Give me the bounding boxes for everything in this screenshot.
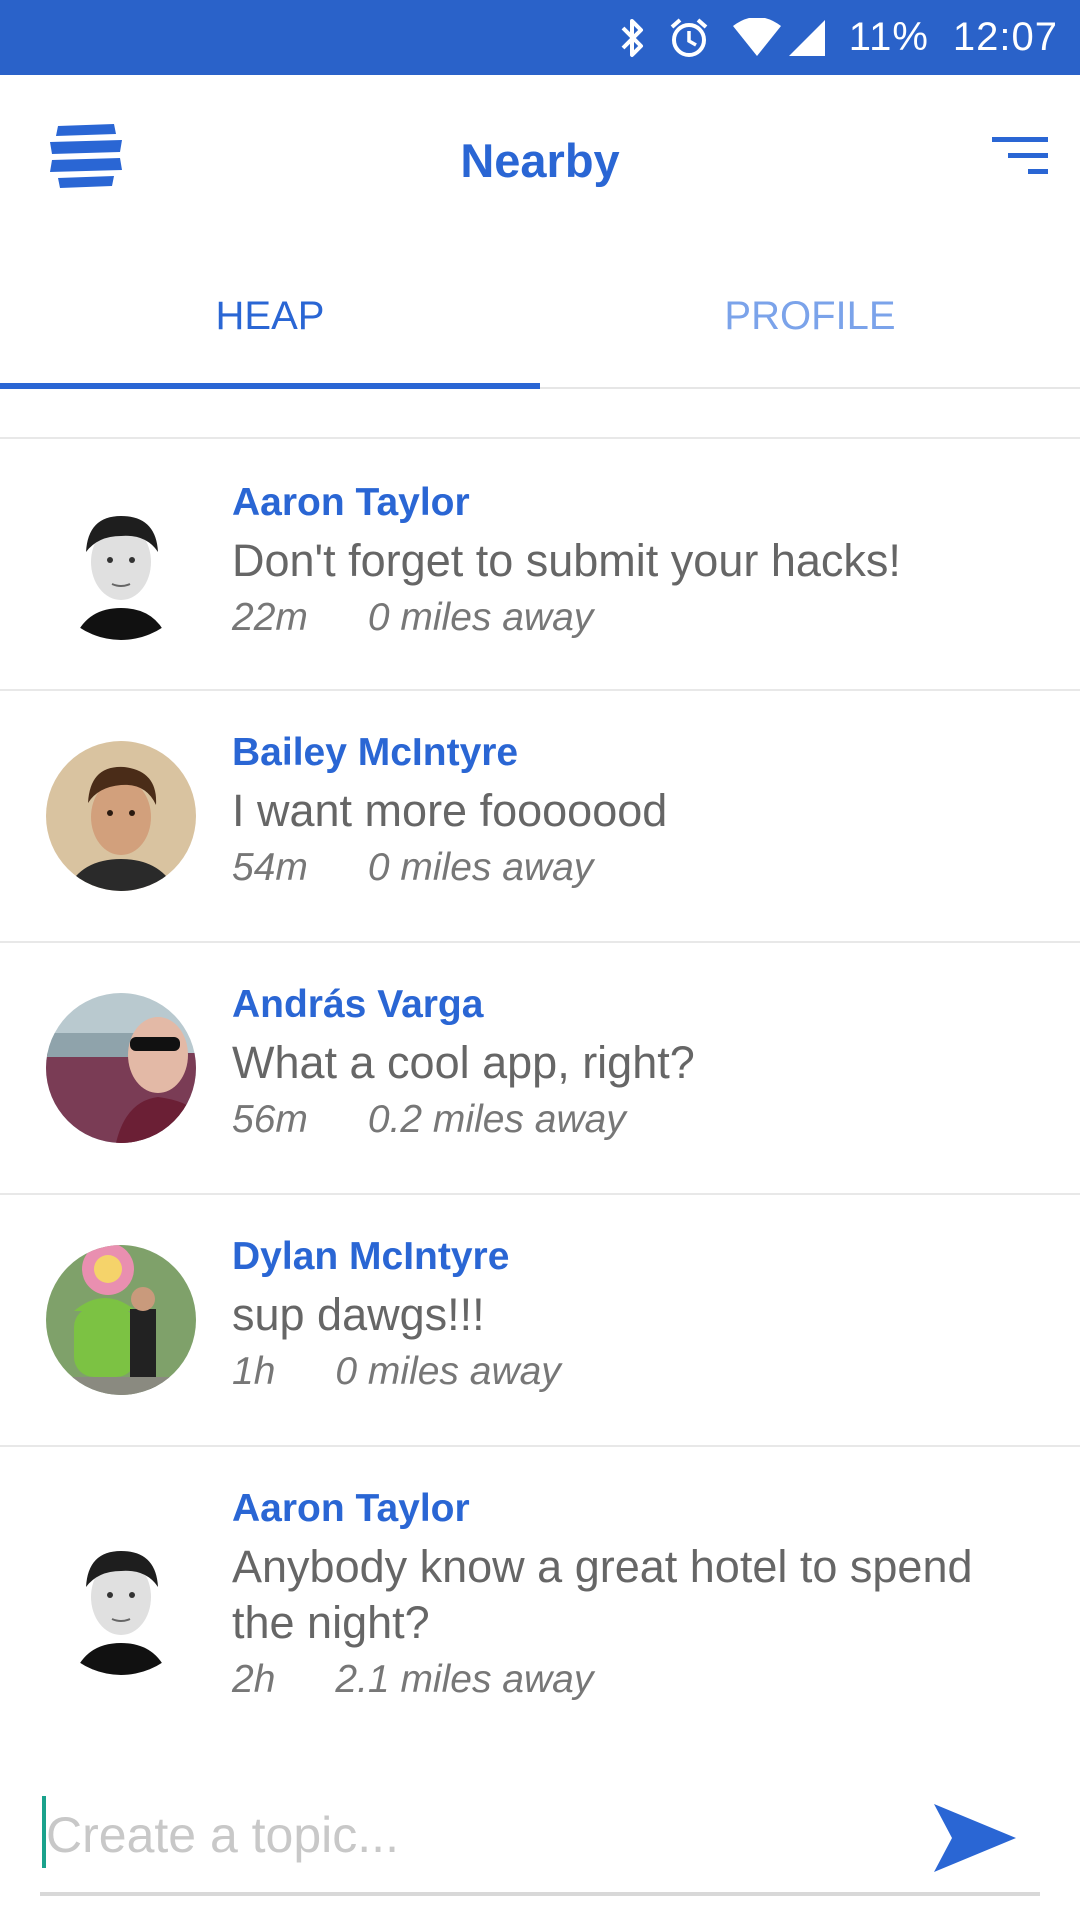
create-topic-input[interactable] xyxy=(40,1790,926,1880)
tab-heap[interactable]: HEAP xyxy=(0,245,540,387)
post-message: sup dawgs!!! xyxy=(232,1289,485,1340)
list-item[interactable]: Aaron Taylor Don't forget to submit your… xyxy=(0,439,1080,691)
list-item[interactable]: András Varga What a cool app, right? 56m… xyxy=(0,943,1080,1195)
post-age: 54m xyxy=(232,846,308,889)
tab-bar: HEAP PROFILE xyxy=(0,245,1080,389)
post-distance: 0.2 miles away xyxy=(367,1098,626,1141)
post-author[interactable]: Bailey McIntyre xyxy=(232,729,1040,777)
signal-icon xyxy=(787,18,827,58)
post-age: 22m xyxy=(232,596,308,639)
topic-composer xyxy=(40,1790,1040,1900)
filter-menu-icon[interactable] xyxy=(990,135,1050,179)
page-title: Nearby xyxy=(460,134,620,187)
post-distance: 0 miles away xyxy=(335,1350,561,1393)
post-message: I want more fooooood xyxy=(232,785,668,836)
tab-profile[interactable]: PROFILE xyxy=(540,245,1080,387)
battery-percentage: 11% xyxy=(848,15,929,59)
post-author[interactable]: Aaron Taylor xyxy=(232,1485,1040,1533)
status-bar: 11% 12:07 xyxy=(0,0,1080,75)
post-age: 2h xyxy=(232,1658,276,1701)
post-meta: 56m 0.2 miles away xyxy=(232,1095,1040,1145)
alarm-icon xyxy=(667,16,711,60)
list-item[interactable]: Bailey McIntyre I want more fooooood 54m… xyxy=(0,691,1080,943)
post-meta: 22m 0 miles away xyxy=(232,593,1040,643)
list-item[interactable]: Aaron Taylor Anybody know a great hotel … xyxy=(0,1447,1080,1747)
post-list[interactable]: Aaron Taylor Don't forget to submit your… xyxy=(0,439,1080,1747)
send-icon[interactable] xyxy=(930,1802,1020,1874)
text-cursor xyxy=(42,1796,46,1868)
clock-time: 12:07 xyxy=(952,15,1058,59)
post-distance: 2.1 miles away xyxy=(335,1658,594,1701)
avatar[interactable] xyxy=(46,1525,196,1675)
post-author[interactable]: András Varga xyxy=(232,981,1040,1029)
avatar[interactable] xyxy=(46,741,196,891)
post-message: Anybody know a great hotel to spend the … xyxy=(232,1541,973,1648)
post-message: What a cool app, right? xyxy=(232,1037,695,1088)
post-meta: 1h 0 miles away xyxy=(232,1347,1040,1397)
avatar[interactable] xyxy=(46,993,196,1143)
post-meta: 2h 2.1 miles away xyxy=(232,1655,1040,1705)
post-meta: 54m 0 miles away xyxy=(232,843,1040,893)
input-underline xyxy=(40,1892,1040,1896)
bluetooth-icon xyxy=(617,16,647,60)
post-age: 56m xyxy=(232,1098,308,1141)
post-age: 1h xyxy=(232,1350,276,1393)
list-item[interactable]: Dylan McIntyre sup dawgs!!! 1h 0 miles aw… xyxy=(0,1195,1080,1447)
post-message: Don't forget to submit your hacks! xyxy=(232,535,901,586)
post-author[interactable]: Dylan McIntyre xyxy=(232,1233,1040,1281)
post-distance: 0 miles away xyxy=(367,846,594,889)
post-author[interactable]: Aaron Taylor xyxy=(232,479,1040,527)
post-distance: 0 miles away xyxy=(367,596,594,639)
wifi-icon xyxy=(731,17,783,58)
list-item-partial xyxy=(0,389,1080,439)
avatar[interactable] xyxy=(46,490,196,640)
app-bar: Nearby xyxy=(0,75,1080,245)
avatar[interactable] xyxy=(46,1245,196,1395)
